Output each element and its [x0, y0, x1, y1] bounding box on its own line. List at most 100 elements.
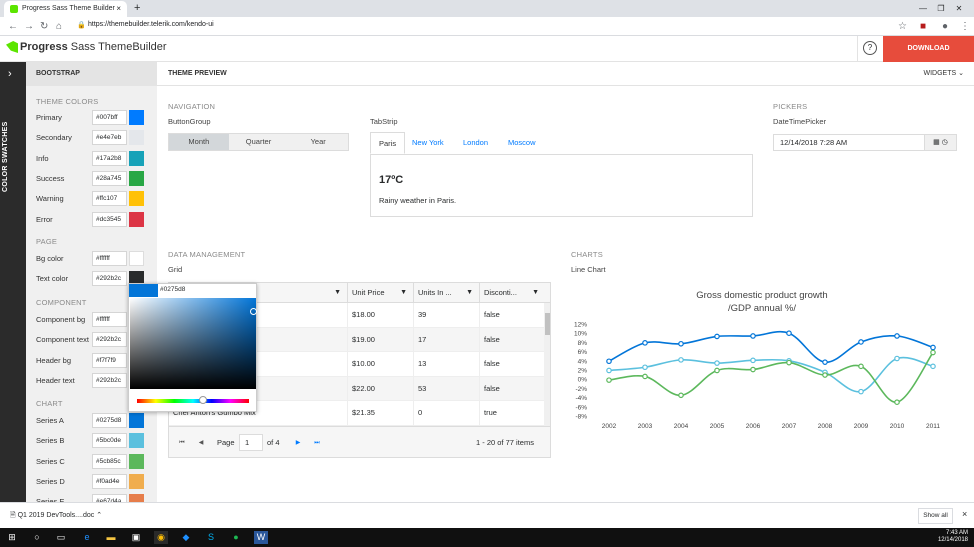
maximize-icon[interactable]: ❐ [933, 0, 949, 17]
home-icon[interactable]: ⌂ [56, 19, 62, 34]
gradient-drag-handle[interactable] [250, 308, 257, 315]
last-page-icon[interactable]: ⏭ [310, 436, 324, 450]
window-close-icon[interactable]: ✕ [951, 0, 967, 17]
swatch-color-series-c[interactable] [129, 453, 144, 469]
swatch-hex-input-bg-color[interactable]: #ffffff [92, 251, 127, 266]
color-gradient-area[interactable] [130, 298, 256, 389]
tab-new-york[interactable]: New York [412, 132, 444, 154]
next-page-icon[interactable]: ▶ [291, 436, 305, 450]
calendar-icon[interactable]: ▦ [933, 139, 940, 146]
color-picker-hex-input[interactable]: #0275d8 [160, 286, 185, 293]
swatch-hex-input-component-bg[interactable]: #ffffff [92, 312, 127, 327]
pdf-extension-icon[interactable]: ■ [920, 19, 926, 34]
minimize-icon[interactable]: — [915, 0, 931, 17]
button-year[interactable]: Year [288, 134, 349, 150]
swatch-hex-input-warning[interactable]: #ffc107 [92, 191, 127, 207]
swatch-hex-input-series-d[interactable]: #f0ad4e [92, 473, 127, 489]
button-month[interactable]: Month [169, 134, 229, 150]
widgets-dropdown[interactable]: WIDGETS ⌄ [924, 69, 965, 77]
column-header-units-in-stock[interactable]: Units In ... ▼ [413, 283, 479, 303]
swatch-hex-input-component-text[interactable]: #292b2c [92, 332, 127, 348]
swatch-hex-input-header-bg[interactable]: #f7f7f9 [92, 352, 127, 368]
url-field[interactable]: https://themebuilder.telerik.com/kendo-u… [88, 21, 214, 28]
column-header-discontinued[interactable]: Disconti... ▼ [479, 283, 545, 303]
tab-london[interactable]: London [463, 132, 488, 154]
shelf-close-icon[interactable]: × [962, 509, 967, 519]
task-view-icon[interactable]: ▭ [54, 531, 68, 544]
tab-close-icon[interactable]: × [116, 1, 121, 17]
swatch-color-secondary[interactable] [129, 130, 144, 146]
clock-icon[interactable]: ◷ [942, 139, 948, 146]
tab-moscow[interactable]: Moscow [508, 132, 536, 154]
swatch-color-series-a[interactable] [129, 413, 144, 428]
filter-icon[interactable]: ▼ [334, 283, 341, 303]
teams-icon[interactable]: ◆ [179, 531, 193, 544]
chrome-icon[interactable]: ◉ [154, 531, 168, 544]
hue-slider[interactable] [137, 399, 249, 403]
swatch-hex-input-series-e[interactable]: #e67d4a [92, 494, 127, 502]
filter-icon[interactable]: ▼ [466, 283, 473, 303]
swatch-hex-input-series-a[interactable]: #0275d8 [92, 413, 127, 428]
first-page-icon[interactable]: ⏮ [175, 436, 189, 450]
swatches-toggle-bar[interactable]: › COLOR SWATCHES [0, 62, 26, 502]
tab-paris[interactable]: Paris [370, 132, 406, 154]
skype-icon[interactable]: S [204, 531, 218, 544]
table-cell-price: $18.00 [347, 303, 413, 327]
swatch-color-warning[interactable] [129, 191, 144, 207]
file-explorer-icon[interactable]: ▬ [104, 531, 118, 544]
back-icon[interactable]: ← [8, 19, 18, 34]
reload-icon[interactable]: ↻ [40, 19, 48, 34]
system-clock[interactable]: 7:43 AM 12/14/2018 [930, 530, 968, 544]
grid-scrollbar[interactable] [544, 303, 550, 426]
swatch-hex-input-header-text[interactable]: #292b2c [92, 372, 127, 388]
swatch-hex-input-secondary[interactable]: #e4e7eb [92, 130, 127, 146]
word-icon[interactable]: W [254, 531, 268, 544]
profile-avatar[interactable]: ● [942, 19, 948, 34]
swatch-hex-input-primary[interactable]: #007bff [92, 110, 127, 125]
x-tick-label: 2009 [854, 423, 869, 430]
forward-icon[interactable]: → [24, 19, 34, 34]
filter-icon[interactable]: ▼ [400, 283, 407, 303]
series-point [750, 333, 756, 339]
chevron-up-icon[interactable]: ⌃ [96, 512, 102, 519]
swatch-color-success[interactable] [129, 170, 144, 186]
filter-icon[interactable]: ▼ [532, 283, 539, 303]
bookmark-star-icon[interactable]: ☆ [898, 19, 907, 34]
swatch-color-series-e[interactable] [129, 494, 144, 502]
swatch-hex-input-info[interactable]: #17a2b8 [92, 150, 127, 166]
menu-kebab-icon[interactable]: ⋮ [960, 19, 970, 34]
table-cell-disc: false [479, 352, 545, 376]
hue-slider-handle[interactable] [199, 396, 207, 404]
swatch-hex-input-error[interactable]: #dc3545 [92, 211, 127, 227]
new-tab-button[interactable]: + [134, 0, 140, 17]
swatch-color-error[interactable] [129, 211, 144, 227]
spotify-icon[interactable]: ● [229, 531, 243, 544]
button-quarter[interactable]: Quarter [228, 134, 289, 150]
datetimepicker-input[interactable]: 12/14/2018 7:28 AM ▦ ◷ [773, 134, 957, 151]
data-management-section-title: DATA MANAGEMENT [168, 250, 246, 259]
swatch-hex-input-series-c[interactable]: #5cb85c [92, 453, 127, 469]
swatch-color-series-d[interactable] [129, 473, 144, 489]
swatch-color-series-b[interactable] [129, 433, 144, 449]
browser-tab[interactable]: Progress Sass Theme Builder × [4, 1, 127, 17]
swatch-color-primary[interactable] [129, 110, 144, 125]
download-item[interactable]: 🗎 Q1 2019 DevTools....doc ⌃ [10, 511, 102, 522]
page-input[interactable]: 1 [239, 434, 263, 451]
store-icon[interactable]: ▣ [129, 531, 143, 544]
help-icon[interactable]: ? [863, 41, 877, 55]
swatch-hex-input-text-color[interactable]: #292b2c [92, 271, 127, 287]
column-header-unit-price[interactable]: Unit Price ▼ [347, 283, 413, 303]
show-all-button[interactable]: Show all [918, 508, 953, 524]
prev-page-icon[interactable]: ◀ [194, 436, 208, 450]
search-icon[interactable]: ○ [30, 531, 44, 544]
swatch-color-bg-color[interactable] [129, 251, 144, 266]
windows-start-icon[interactable]: ⊞ [5, 531, 19, 544]
swatch-hex-input-series-b[interactable]: #5bc0de [92, 433, 127, 449]
progress-logo-icon [6, 41, 18, 53]
chevron-right-icon[interactable]: › [8, 68, 12, 80]
edge-icon[interactable]: e [80, 531, 94, 544]
preview-bar: THEME PREVIEW WIDGETS ⌄ [157, 62, 974, 86]
swatch-hex-input-success[interactable]: #28a745 [92, 170, 127, 186]
swatch-color-info[interactable] [129, 150, 144, 166]
download-button[interactable]: DOWNLOAD [883, 36, 974, 62]
